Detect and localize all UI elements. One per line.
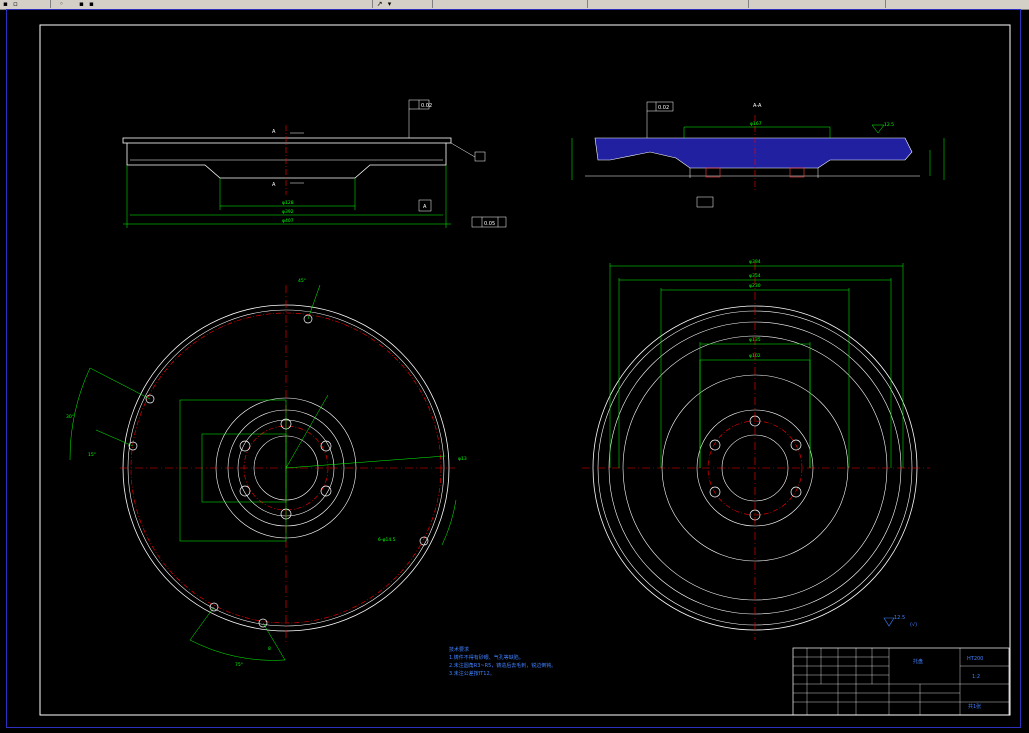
dim-angle-15: 15°: [88, 452, 96, 458]
plan-view-left: 45° 30° 15° 75° 8 φ13 6-φ14.5: [66, 278, 467, 668]
dim-phi354: φ354: [749, 273, 761, 279]
dim-phi407: φ407: [282, 218, 294, 224]
dim-phi230: φ230: [749, 283, 761, 289]
dim-phi135: φ135: [749, 337, 761, 343]
sheet-border: [39, 24, 1011, 716]
dim-phi13: φ13: [458, 456, 467, 462]
dim-phi128: φ128: [282, 200, 294, 206]
dim-angle-45: 45°: [298, 278, 306, 284]
gdt-parallel-value: 0.02: [658, 105, 669, 111]
dim-angle-30: 30°: [66, 414, 74, 420]
title-scale: 1:2: [972, 674, 980, 680]
tech-note-2: 2.未注圆角R3~R5，铸造后去毛刺，锐边倒钝。: [449, 662, 556, 669]
section-view: A-A φ167 0.02 12.5: [571, 101, 945, 208]
dim-phi102: φ102: [749, 353, 761, 359]
dim-8: 8: [268, 646, 271, 652]
tech-note-1: 1.铸件不得有砂眼、气孔等缺陷。: [449, 654, 524, 661]
roughness-symbol: 12.5 (√): [883, 615, 917, 628]
gdt-flatness-value: 0.02: [421, 103, 432, 109]
plan-view-right: φ394 φ354 φ230 φ135 φ102: [582, 259, 930, 640]
svg-text:A: A: [272, 182, 276, 188]
dim-phi394: φ394: [749, 259, 761, 265]
tech-notes-title: 技术要求: [449, 646, 469, 653]
datum-a-front: A: [423, 204, 427, 210]
tech-notes: 技术要求 1.铸件不得有砂眼、气孔等缺陷。 2.未注圆角R3~R5，铸造后去毛刺…: [449, 646, 556, 677]
section-roughness: 12.5: [884, 122, 894, 128]
section-label: A-A: [753, 103, 762, 109]
svg-text:A: A: [272, 129, 276, 135]
dim-phi392: φ392: [282, 209, 294, 215]
title-block: 托盘 HT200 1:2 共1张: [792, 647, 1010, 716]
dim-holes: 6-φ14.5: [378, 537, 396, 543]
roughness-value: 12.5: [894, 615, 905, 621]
title-drawing-no: HT200: [967, 656, 983, 662]
title-sheet: 共1张: [968, 703, 981, 710]
gdt-position-value: 0.05: [484, 221, 495, 227]
front-view: φ128 φ392 φ407 0.02 A 0.05 A A: [122, 99, 507, 228]
title-part-name: 托盘: [913, 658, 923, 665]
svg-text:(√): (√): [910, 622, 917, 628]
tech-note-3: 3.未注公差按IT12。: [449, 670, 495, 677]
dim-phi167: φ167: [750, 121, 762, 127]
dim-angle-75: 75°: [235, 662, 243, 668]
cad-drawing: φ128 φ392 φ407 0.02 A 0.05 A A A-A φ167 …: [39, 24, 1011, 716]
